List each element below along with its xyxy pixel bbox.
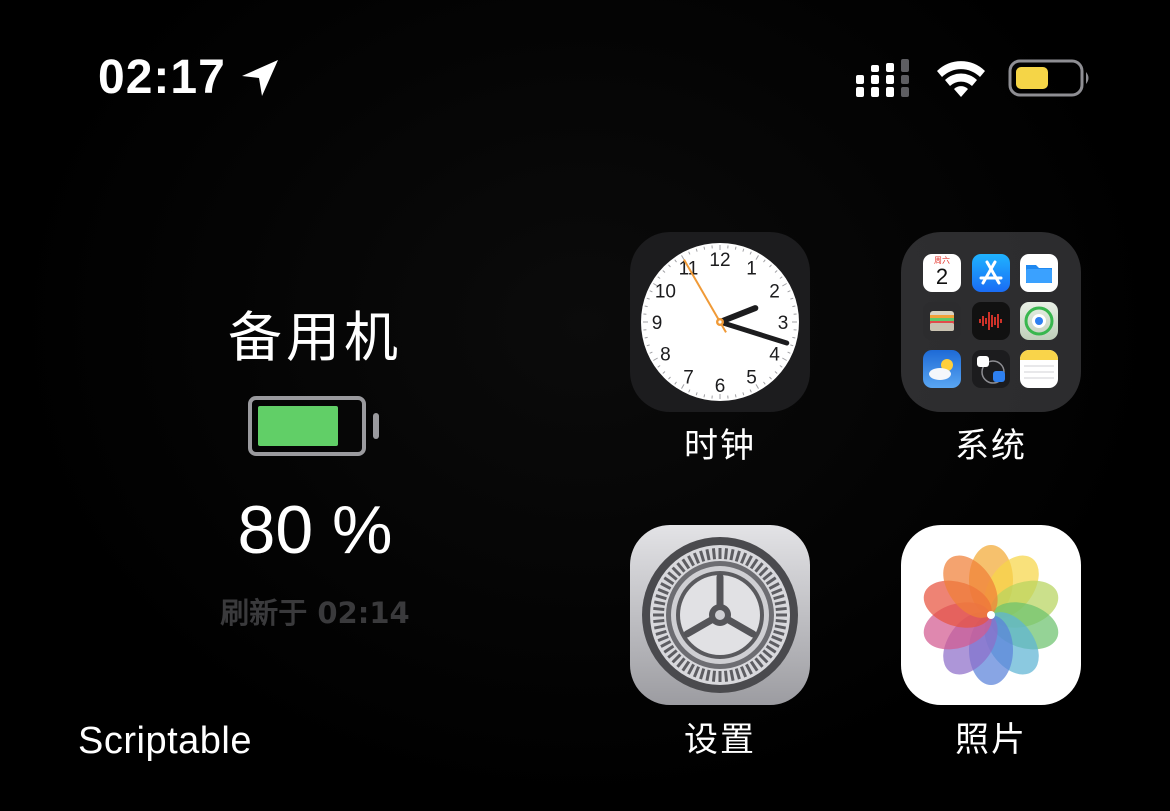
find-my-icon (1020, 302, 1058, 340)
gear-tooth (705, 548, 711, 561)
clock-tick (644, 305, 648, 308)
photos-app-label: 照片 (955, 720, 1027, 760)
clock-numeral: 5 (746, 368, 757, 389)
wallet-icon (923, 302, 961, 340)
battery-icon (1008, 59, 1089, 97)
location-arrow-icon (242, 60, 278, 96)
clock-numeral: 8 (660, 345, 671, 366)
weather-icon (923, 350, 961, 388)
voice-memos-icon (972, 302, 1010, 340)
gear-tooth (774, 624, 787, 630)
calendar-icon: 周六 2 (923, 254, 961, 292)
gear-tooth (729, 669, 735, 682)
gear-tooth (711, 548, 717, 560)
gear-tooth (653, 618, 665, 624)
home-screen: 02:17 备用机 80 % 刷新于 02:14 Scriptable 12 1… (0, 0, 1170, 811)
settings-app-label: 设置 (684, 720, 756, 760)
photos-flower-icon (923, 545, 1059, 685)
clock-tick (792, 305, 796, 308)
clock-app-label: 时钟 (684, 426, 756, 466)
clock-numeral: 6 (715, 376, 726, 397)
clock-numeral: 9 (652, 313, 663, 334)
status-time: 02:17 (98, 51, 226, 104)
scriptable-widget[interactable]: 备用机 80 % 刷新于 02:14 (150, 280, 480, 650)
wifi-icon (937, 61, 985, 97)
photos-app-icon[interactable] (901, 525, 1081, 705)
clock-numeral: 4 (769, 345, 780, 366)
clock-numeral: 1 (746, 258, 757, 279)
clock-numeral: 7 (683, 368, 694, 389)
clock-tick (703, 394, 706, 398)
gear-tooth (774, 600, 787, 606)
widget-label: Scriptable (78, 720, 252, 762)
clock-numeral: 3 (778, 313, 789, 334)
gear-tooth (705, 669, 711, 682)
gear-tooth (711, 670, 717, 682)
clock-app-icon[interactable]: 121234567891011 (630, 232, 810, 412)
clock-numeral: 12 (709, 250, 730, 271)
gear-tooth (653, 606, 665, 612)
translate-icon (972, 350, 1010, 388)
clock-numeral: 10 (655, 282, 676, 303)
battery-percent: 80 % (237, 492, 393, 568)
widget-title: 备用机 (228, 306, 402, 369)
clock-tick (703, 246, 706, 250)
clock-tick (734, 394, 737, 398)
files-icon (1020, 254, 1058, 292)
clock-tick (792, 336, 796, 339)
cellular-signal-icon (856, 59, 909, 97)
gear-tooth (775, 618, 787, 624)
notes-icon (1020, 350, 1058, 388)
clock-numeral: 2 (769, 282, 780, 303)
gear-tooth (729, 548, 735, 561)
gear-tooth (653, 624, 666, 630)
clock-tick (644, 336, 648, 339)
system-folder[interactable]: 周六 2 (901, 232, 1081, 412)
gear-tooth (775, 606, 787, 612)
battery-level-icon (248, 396, 379, 456)
app-store-icon (972, 254, 1010, 292)
gear-icon (642, 537, 798, 693)
system-folder-label: 系统 (955, 426, 1027, 466)
gear-tooth (653, 600, 666, 606)
clock-face-icon: 121234567891011 (641, 243, 799, 401)
refresh-time: 刷新于 02:14 (220, 596, 410, 630)
gear-tooth (723, 548, 729, 560)
settings-app-icon[interactable] (630, 525, 810, 705)
clock-tick (734, 246, 737, 250)
gear-tooth (723, 670, 729, 682)
